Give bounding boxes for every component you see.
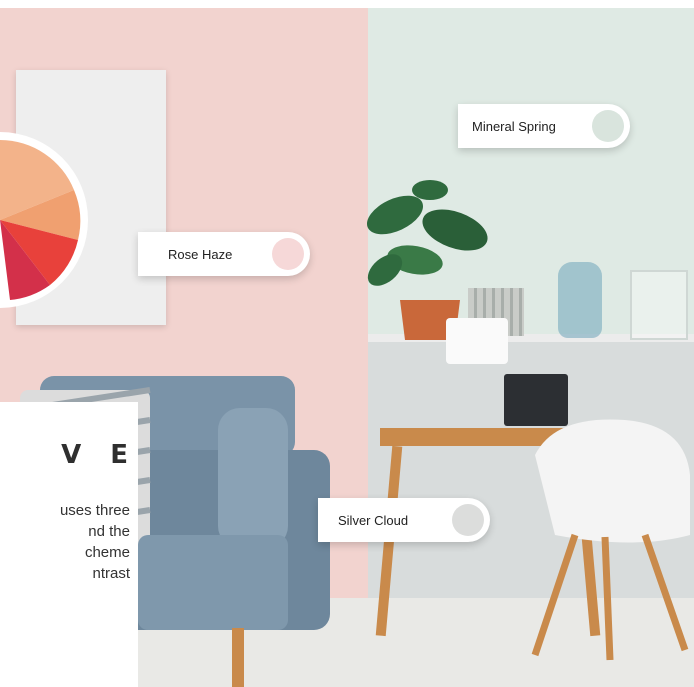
- color-tag-label: Mineral Spring: [472, 118, 556, 134]
- color-tag-label: Silver Cloud: [338, 512, 409, 528]
- color-swatch: [592, 110, 624, 142]
- color-tag-mineral-spring[interactable]: Mineral Spring: [458, 104, 630, 148]
- color-tag-silver-cloud[interactable]: Silver Cloud: [318, 498, 490, 542]
- color-wheel-icon: [0, 132, 88, 308]
- info-line: cheme: [84, 544, 130, 561]
- white-chair: [531, 419, 690, 661]
- info-line: ntrast: [92, 565, 130, 582]
- info-line: nd the: [88, 523, 130, 540]
- color-tag-rose-haze[interactable]: Rose Haze: [138, 232, 310, 276]
- terrarium: [630, 270, 688, 340]
- info-line: uses three: [59, 502, 130, 519]
- color-swatch: [452, 504, 484, 536]
- info-body: uses three nd the cheme ntrast: [0, 500, 130, 584]
- color-tag-label: Rose Haze: [168, 246, 233, 262]
- room-photo: V E uses three nd the cheme ntrast Miner…: [0, 0, 694, 687]
- info-heading: V E: [61, 440, 138, 470]
- glass-jar: [558, 262, 602, 338]
- color-swatch: [272, 238, 304, 270]
- top-strip: [0, 0, 694, 8]
- desk-lamp: [446, 318, 508, 364]
